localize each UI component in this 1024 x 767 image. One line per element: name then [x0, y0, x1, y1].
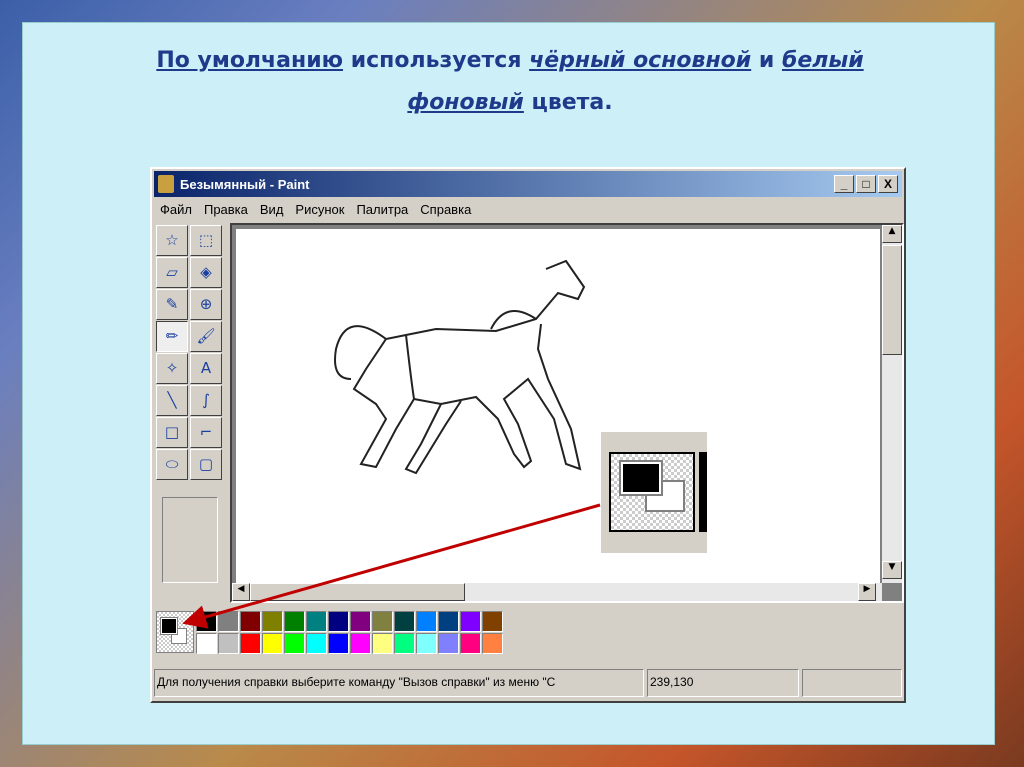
pointer-arrow — [182, 503, 601, 629]
